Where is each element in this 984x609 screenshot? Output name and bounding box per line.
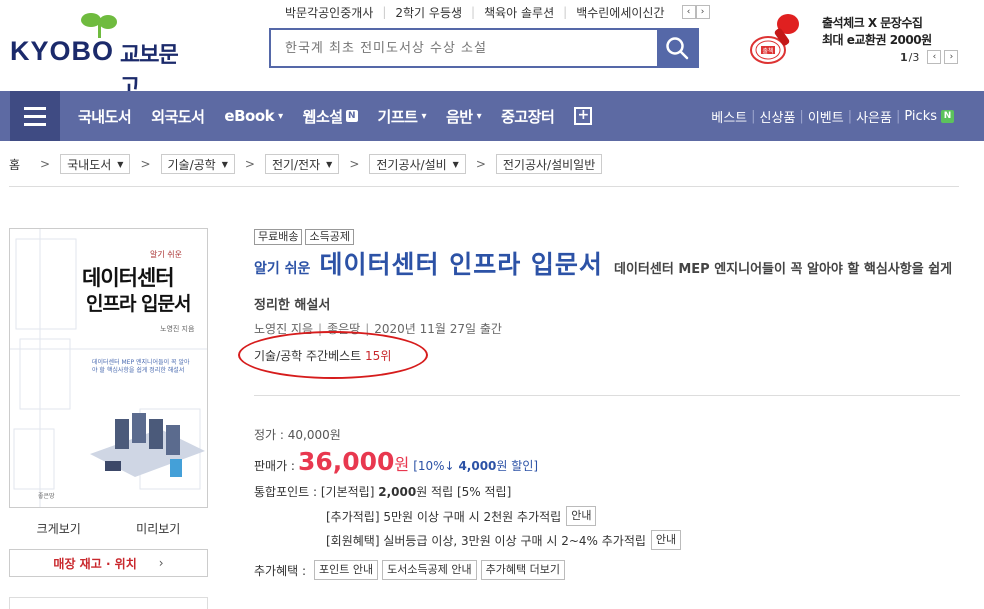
store-stock-button[interactable]: 매장 재고 · 위치 › xyxy=(9,549,208,577)
nav-gifts[interactable]: 사은품 xyxy=(856,107,892,126)
cover-author: 노영진 지음 xyxy=(160,325,195,333)
title-prefix: 알기 쉬운 xyxy=(254,261,311,277)
nav-item-used[interactable]: 중고장터 xyxy=(501,106,555,127)
divider xyxy=(9,186,959,187)
cover-links: 크게보기 미리보기 xyxy=(9,520,208,537)
next-panel xyxy=(9,597,208,609)
new-badge: N xyxy=(345,110,358,122)
promo-pager: 1 /3 ‹ › xyxy=(900,50,959,64)
more-benefits-button[interactable]: 추가혜택 더보기 xyxy=(480,560,565,580)
stamp-icon: 출첵 xyxy=(750,14,799,64)
plus-icon[interactable]: + xyxy=(574,107,593,125)
promo-banner[interactable]: 출첵 출석체크 X 문장수집 최대 e교환권 2000원 1 /3 ‹ › xyxy=(748,10,978,70)
sale-amount: 36,000 xyxy=(297,447,395,476)
sale-label: 판매가 : xyxy=(254,459,295,473)
caret-down-icon: ▼ xyxy=(221,159,228,169)
breadcrumb-select[interactable]: 국내도서 ▼ xyxy=(60,154,131,174)
cover-desc: 데이터센터 MEP 엔지니어들이 꼭 알아야 할 핵심사항을 쉽게 정리한 해설… xyxy=(92,359,190,374)
promo-line2: 최대 e교환권 2000원 xyxy=(822,33,932,47)
cover-title-2: 인프라 입문서 xyxy=(86,293,191,315)
menu-icon[interactable] xyxy=(10,91,60,141)
publish-date: 2020년 11월 27일 출간 xyxy=(374,322,502,336)
tag-tax-deduction: 소득공제 xyxy=(305,229,354,245)
caret-down-icon: ▼ xyxy=(117,159,124,169)
top-keyword-links: 박문각공인중개사 | 2학기 우등생 | 책육아 솔루션 | 백수린에세이신간 ‹ › xyxy=(276,3,710,21)
sale-price: 판매가 : 36,000 원 [10%↓ 4,000원 할인] xyxy=(254,447,538,476)
highlight-circle xyxy=(238,331,428,379)
divider xyxy=(254,395,960,396)
chevron-right-icon: › xyxy=(158,556,164,570)
stamp-text: 출첵 xyxy=(762,47,773,55)
cover-title-1: 데이터센터 xyxy=(82,266,175,290)
info-button[interactable]: 안내 xyxy=(650,530,682,550)
nav-new[interactable]: 신상품 xyxy=(760,107,796,126)
preview-link[interactable]: 미리보기 xyxy=(136,520,180,537)
caret-down-icon: ▼ xyxy=(452,159,459,169)
promo-next-icon[interactable]: › xyxy=(944,50,959,64)
zoom-link[interactable]: 크게보기 xyxy=(37,520,81,537)
book-cover[interactable]: 알기 쉬운 데이터센터 인프라 입문서 노영진 지음 데이터센터 MEP 엔지니… xyxy=(9,228,208,508)
points-basic: 통합포인트 : [기본적립] 2,000원 적립 [5% 적립] xyxy=(254,485,512,499)
top-link[interactable]: 책육아 솔루션 xyxy=(475,4,563,21)
nav-picks[interactable]: Picks xyxy=(904,109,937,124)
breadcrumb: 홈 > 국내도서 ▼ > 기술/공학 ▼ > 전기/전자 ▼ > 전기공사/설비 ▼ >… xyxy=(9,153,603,175)
points-member: [회원혜택] 실버등급 이상, 3만원 이상 구매 시 2~4% 추가적립 안내 xyxy=(326,530,682,550)
logo-brand: KYOBO xyxy=(10,36,115,66)
product-title: 알기 쉬운 데이터센터 인프라 입문서 데이터센터 MEP 엔지니어들이 꼭 알… xyxy=(254,248,960,323)
points-additional: [추가적립] 5만원 이상 구매 시 2천원 추가적립 안내 xyxy=(326,506,597,526)
search-icon xyxy=(666,37,689,60)
list-price: 정가 : 40,000원 xyxy=(254,428,341,442)
cover-small-title: 알기 쉬운 xyxy=(150,250,182,259)
nav-right-links: 베스트 | 신상품 | 이벤트 | 사은품 | Picks N xyxy=(711,107,954,126)
tax-info-button[interactable]: 도서소득공제 안내 xyxy=(382,560,477,580)
chevron-down-icon: ▾ xyxy=(278,110,283,122)
top-link[interactable]: 백수린에세이신간 xyxy=(567,4,673,21)
nav-event[interactable]: 이벤트 xyxy=(808,107,844,126)
search-bar xyxy=(269,28,699,68)
sprout-logo-icon xyxy=(81,13,117,38)
pager-total: /3 xyxy=(908,50,920,64)
sale-currency: 원 xyxy=(394,455,410,474)
search-button[interactable] xyxy=(657,30,697,66)
top-link[interactable]: 2학기 우등생 xyxy=(386,4,471,21)
nav-item-music[interactable]: 음반 ▾ xyxy=(446,106,482,127)
chevron-down-icon: ▾ xyxy=(421,110,426,122)
discount-info: [10%↓ 4,000원 할인] xyxy=(413,459,539,473)
top-link[interactable]: 박문각공인중개사 xyxy=(276,4,382,21)
main-nav: 국내도서 외국도서 eBook ▾ 웹소설 N 기프트 ▾ 음반 ▾ 중고장터 + 베스… xyxy=(0,91,984,141)
extra-benefits: 추가혜택 : 포인트 안내 도서소득공제 안내 추가혜택 더보기 xyxy=(254,560,565,580)
tag-free-shipping: 무료배송 xyxy=(254,229,303,245)
nav-item-domestic[interactable]: 국내도서 xyxy=(78,106,132,127)
title-main: 데이터센터 인프라 입문서 xyxy=(319,250,603,279)
nav-item-webnovel[interactable]: 웹소설 N xyxy=(303,106,358,127)
promo-line1: 출석체크 X 문장수집 xyxy=(822,16,923,30)
info-button[interactable]: 안내 xyxy=(566,506,597,526)
next-arrow-icon[interactable]: › xyxy=(695,5,710,19)
nav-item-ebook[interactable]: eBook ▾ xyxy=(224,107,283,125)
pager-current: 1 xyxy=(900,50,908,64)
breadcrumb-home[interactable]: 홈 xyxy=(9,156,20,173)
breadcrumb-select[interactable]: 전기/전자 ▼ xyxy=(264,154,340,174)
promo-prev-icon[interactable]: ‹ xyxy=(927,50,942,64)
point-info-button[interactable]: 포인트 안내 xyxy=(314,560,379,580)
kyobo-logo[interactable]: KYOBO 교보문고 xyxy=(10,12,190,100)
product-tags: 무료배송 소득공제 xyxy=(254,229,354,245)
prev-arrow-icon[interactable]: ‹ xyxy=(681,5,696,19)
search-input[interactable] xyxy=(271,30,657,66)
chevron-down-icon: ▾ xyxy=(476,110,482,122)
cover-publisher: 좋은땅 xyxy=(38,493,55,500)
nav-item-gift[interactable]: 기프트 ▾ xyxy=(378,106,427,127)
extra-label: 추가혜택 : xyxy=(254,563,307,578)
caret-down-icon: ▼ xyxy=(326,159,333,169)
new-badge: N xyxy=(941,110,954,123)
nav-best[interactable]: 베스트 xyxy=(711,107,747,126)
breadcrumb-select[interactable]: 전기공사/설비 ▼ xyxy=(369,154,466,174)
breadcrumb-select[interactable]: 전기공사/설비일반 xyxy=(495,154,603,174)
nav-item-foreign[interactable]: 외국도서 xyxy=(151,106,205,127)
breadcrumb-select[interactable]: 기술/공학 ▼ xyxy=(160,154,235,174)
